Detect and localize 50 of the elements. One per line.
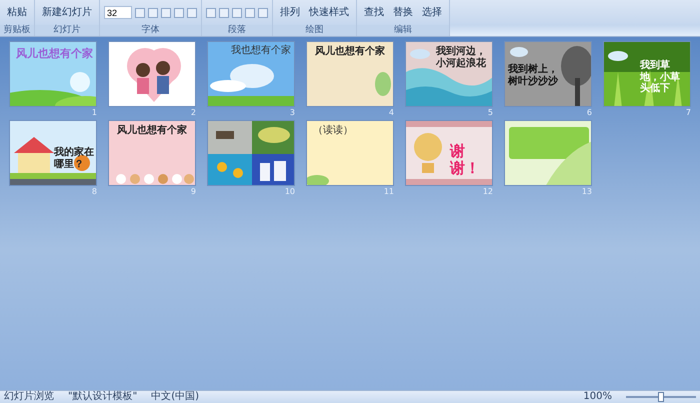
zoom-label: 100%: [583, 391, 612, 403]
slide-title: （读读）: [313, 125, 353, 136]
group-label: 字体: [100, 25, 201, 36]
slide-number: 12: [482, 186, 493, 197]
ribbon-button[interactable]: 快速样式: [306, 5, 352, 20]
slide-number: 3: [290, 107, 295, 118]
slide-number: 8: [92, 186, 97, 197]
slide-number: 9: [190, 186, 196, 197]
slide-number: 7: [686, 107, 691, 118]
slide-title: 我到河边，小河起浪花: [436, 46, 487, 69]
font-size-field[interactable]: 32: [104, 6, 132, 19]
slide-number: 2: [190, 107, 196, 118]
slide-number: 6: [586, 107, 592, 118]
zoom-thumb[interactable]: [658, 392, 664, 402]
ribbon-button[interactable]: 选择: [419, 5, 445, 20]
slide-thumbnail[interactable]: 我的家在哪里？: [9, 120, 97, 186]
slide-number: 1: [92, 107, 97, 118]
slide-number: 11: [384, 186, 394, 197]
language-label: 中文(中国): [151, 391, 200, 403]
slide-thumbnail[interactable]: 我到草地，小草头低下: [603, 41, 691, 107]
slide-title: 我到树上，树叶沙沙沙: [508, 64, 559, 87]
slide-title: 风儿也想有个家: [116, 125, 188, 136]
slide-thumbnail[interactable]: 风儿也想有个家: [108, 120, 196, 186]
slide-number: 5: [488, 107, 493, 118]
slide-thumbnail[interactable]: 风儿也想有个家: [306, 41, 394, 107]
slide-number: 13: [582, 186, 592, 197]
view-label: 幻灯片浏览: [4, 391, 54, 403]
group-label: 绘图: [273, 25, 356, 36]
group-label: 编辑: [357, 25, 449, 36]
slide-title: 我的家在哪里？: [54, 147, 94, 170]
group-label: 段落: [202, 25, 272, 36]
slide-thumbnail[interactable]: 我也想有个家: [207, 41, 295, 107]
slide-title: 我到草地，小草头低下: [640, 60, 681, 94]
ribbon-button[interactable]: 排列: [277, 5, 303, 20]
slide-thumbnail[interactable]: 我到树上，树叶沙沙沙: [504, 41, 592, 107]
slide-thumbnail[interactable]: （读读）: [306, 120, 394, 186]
slide-title: 风儿也想有个家: [16, 48, 93, 61]
ribbon-button[interactable]: 新建幻灯片: [39, 5, 95, 20]
ribbon-button[interactable]: 替换: [390, 5, 416, 20]
slide-number: 10: [284, 186, 295, 197]
ribbon-button[interactable]: 查找: [361, 5, 387, 20]
group-label: 剪贴板: [0, 25, 34, 36]
theme-label: "默认设计模板": [68, 391, 138, 403]
slide-title: 风儿也想有个家: [314, 46, 386, 58]
group-label: 幻灯片: [35, 25, 99, 36]
slide-title: 谢谢！: [450, 143, 481, 178]
slide-thumbnail[interactable]: 我到河边，小河起浪花: [405, 41, 493, 107]
ribbon-button[interactable]: 粘贴: [4, 5, 30, 20]
slide-number: 4: [388, 107, 394, 118]
slide-title: 我也想有个家: [231, 45, 291, 56]
